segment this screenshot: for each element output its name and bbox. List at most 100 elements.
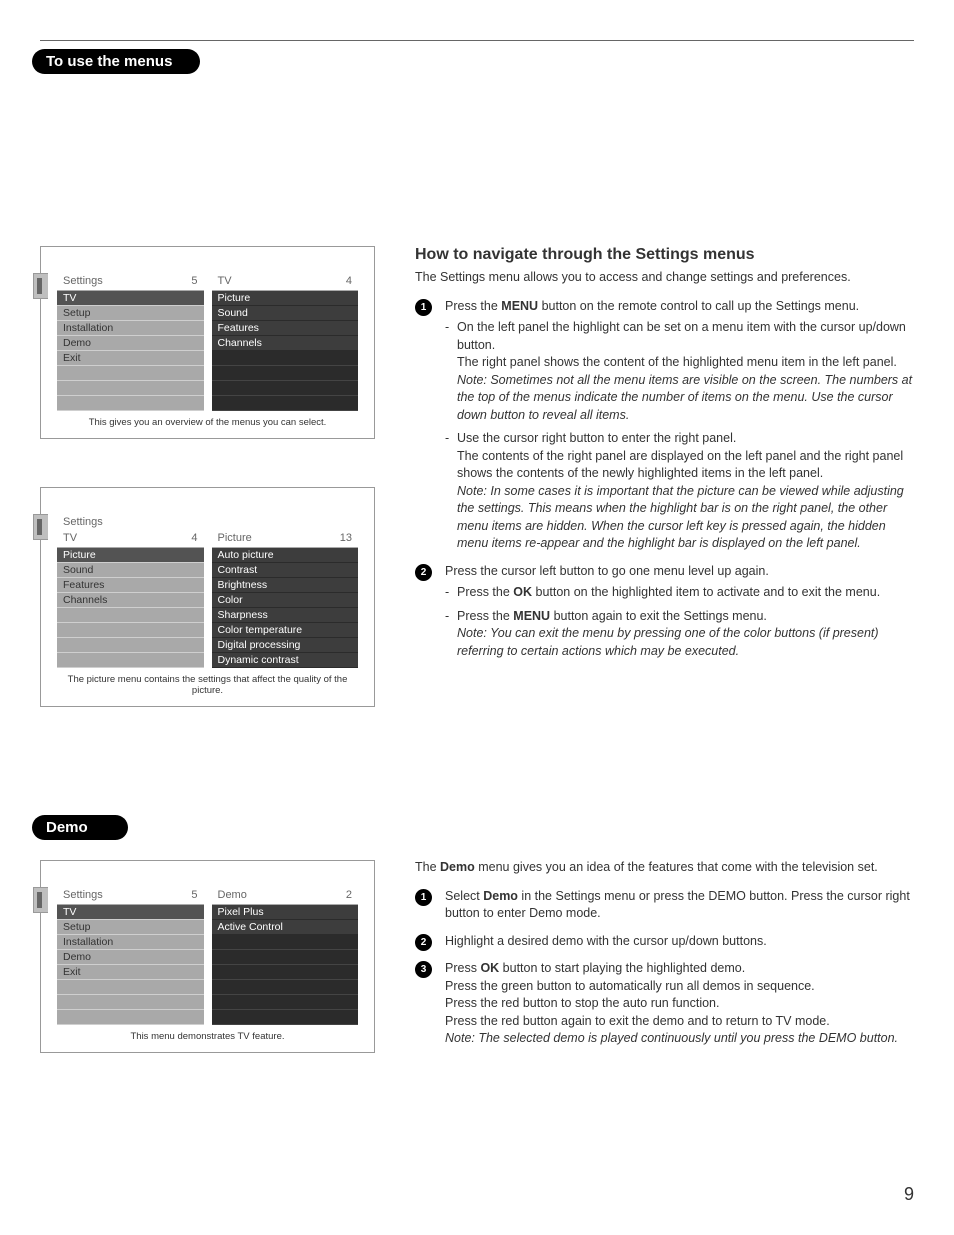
menu-item: Setup (57, 306, 204, 321)
menu-item (57, 608, 204, 623)
tv-menu-figure-2: Settings TV4 PictureSoundFeaturesChannel… (40, 487, 375, 707)
demo-heading-pill: Demo (32, 815, 128, 840)
s2d2a: Press the (457, 609, 513, 623)
tv2-left-title: TV (63, 532, 77, 544)
menu-item: Sharpness (212, 608, 359, 623)
ds3l3: Press the red button to stop the auto ru… (445, 996, 719, 1010)
section-to-use-menus: To use the menus Introduction A lot of g… (40, 49, 914, 186)
tv2-right-title: Picture (218, 532, 252, 544)
figure-side-tab-icon (33, 514, 48, 540)
menu-item (57, 623, 204, 638)
tv3-right-list: Pixel PlusActive Control (212, 905, 359, 1025)
section-heading-pill: To use the menus (32, 49, 200, 74)
ds3b: OK (480, 961, 499, 975)
step-1: 1 Press the MENU button on the remote co… (415, 298, 914, 553)
introduction-paragraph-2: The color buttons refer to different act… (54, 138, 900, 172)
ds2: Highlight a desired demo with the cursor… (445, 934, 767, 948)
introduction-box: Introduction A lot of guiding instructio… (40, 60, 914, 186)
menu-item: Picture (212, 291, 359, 306)
tv1-left-title: Settings (63, 275, 103, 287)
menu-item: Active Control (212, 920, 359, 935)
menu-item: Auto picture (212, 548, 359, 563)
menu-item: Contrast (212, 563, 359, 578)
demo-lead-b: Demo (440, 860, 475, 874)
demo-lead: The Demo menu gives you an idea of the f… (415, 860, 914, 874)
tv3-help-text: This menu demonstrates TV feature. (57, 1031, 358, 1042)
step-number-icon: 1 (415, 889, 432, 906)
step-number-icon: 2 (415, 934, 432, 951)
tv2-right-count: 13 (340, 532, 352, 544)
step-1-dash-2: Use the cursor right button to enter the… (445, 430, 914, 553)
left-column: Settings 5 TVSetupInstallationDemoExit TV… (40, 246, 375, 755)
menu-item (212, 935, 359, 950)
s2d1a: Press the (457, 585, 513, 599)
s1d2-line2: The contents of the right panel are disp… (457, 449, 903, 481)
menu-item: Exit (57, 965, 204, 980)
menu-item: Sound (212, 306, 359, 321)
s1d2-line1: Use the cursor right button to enter the… (457, 431, 736, 445)
demo-right-column: The Demo menu gives you an idea of the f… (415, 860, 914, 1058)
demo-lead-a: The (415, 860, 440, 874)
step-2-dash-1: Press the OK button on the highlighted i… (445, 584, 914, 602)
tv1-left-list: TVSetupInstallationDemoExit (57, 291, 204, 411)
s2d1c: button on the highlighted item to activa… (532, 585, 880, 599)
ds1a: Select (445, 889, 483, 903)
menu-item (212, 950, 359, 965)
menu-item (57, 653, 204, 668)
menu-item (212, 980, 359, 995)
s1d1-line1: On the left panel the highlight can be s… (457, 320, 906, 352)
tv2-left-list: PictureSoundFeaturesChannels (57, 548, 204, 668)
menu-item: TV (57, 291, 204, 306)
menu-item: Setup (57, 920, 204, 935)
menu-item: Installation (57, 935, 204, 950)
s2d2-note: Note: You can exit the menu by pressing … (457, 626, 879, 658)
menu-item: Digital processing (212, 638, 359, 653)
ds3l4: Press the red button again to exit the d… (445, 1014, 830, 1028)
tv1-right-count: 4 (346, 275, 352, 287)
right-column: How to navigate through the Settings men… (415, 246, 914, 671)
menu-item (212, 995, 359, 1010)
step-number-icon: 3 (415, 961, 432, 978)
ds3c: button to start playing the highlighted … (499, 961, 745, 975)
menu-item: Channels (212, 336, 359, 351)
menu-item (57, 638, 204, 653)
tv-menu-figure-1: Settings 5 TVSetupInstallationDemoExit TV… (40, 246, 375, 439)
introduction-heading: Introduction (54, 80, 900, 98)
step-2-text: Press the cursor left button to go one m… (445, 564, 769, 578)
step-1-text-a: Press the (445, 299, 501, 313)
tv1-help-text: This gives you an overview of the menus … (57, 417, 358, 428)
demo-step-3: 3 Press OK button to start playing the h… (415, 960, 914, 1048)
menu-item (212, 351, 359, 366)
menu-item: Features (212, 321, 359, 336)
tv1-left-count: 5 (191, 275, 197, 287)
s2d1b: OK (513, 585, 532, 599)
menu-item (57, 381, 204, 396)
step-1-text-c: button on the remote control to call up … (538, 299, 859, 313)
tv3-left-list: TVSetupInstallationDemoExit (57, 905, 204, 1025)
menu-item: Exit (57, 351, 204, 366)
s1d2-note: Note: In some cases it is important that… (457, 484, 904, 551)
menu-item: Features (57, 578, 204, 593)
menu-item (57, 396, 204, 411)
tv1-right-list: PictureSoundFeaturesChannels (212, 291, 359, 411)
s2d2c: button again to exit the Settings menu. (550, 609, 767, 623)
menu-item: Channels (57, 593, 204, 608)
step-number-icon: 2 (415, 564, 432, 581)
page-top-rule (40, 40, 914, 41)
step-1-menu-bold: MENU (501, 299, 538, 313)
menu-item (212, 965, 359, 980)
menu-item (57, 366, 204, 381)
page-number: 9 (904, 1184, 914, 1205)
how-to-steps: 1 Press the MENU button on the remote co… (415, 298, 914, 661)
s1d1-line2: The right panel shows the content of the… (457, 355, 897, 369)
figure-side-tab-icon (33, 273, 48, 299)
menu-item: Sound (57, 563, 204, 578)
menu-item: Color (212, 593, 359, 608)
step-number-icon: 1 (415, 299, 432, 316)
ds3a: Press (445, 961, 480, 975)
tv2-right-list: Auto pictureContrastBrightnessColorSharp… (212, 548, 359, 668)
s2d2b: MENU (513, 609, 550, 623)
tv2-left-count: 4 (191, 532, 197, 544)
tv3-right-count: 2 (346, 889, 352, 901)
menu-item: Brightness (212, 578, 359, 593)
